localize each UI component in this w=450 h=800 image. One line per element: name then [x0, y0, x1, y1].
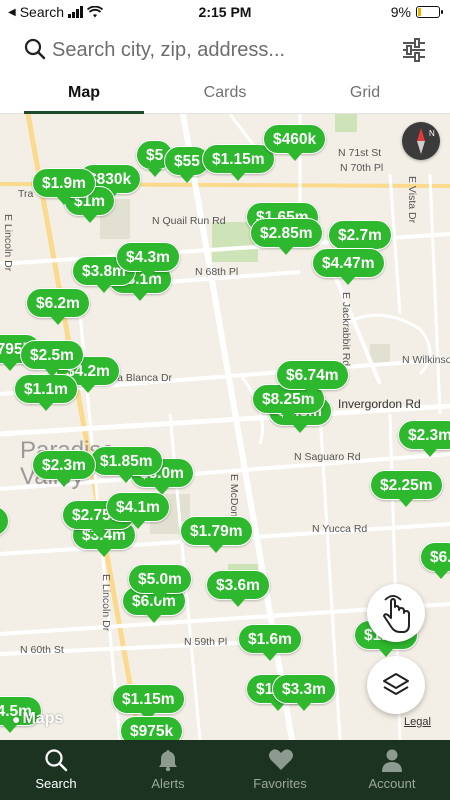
price-pin[interactable]: $1.85m — [90, 446, 163, 483]
price-pin[interactable]: $1.9m — [32, 168, 96, 205]
status-bar: ◀ Search 2:15 PM 9% — [0, 0, 450, 26]
road-label: E Lincoln Dr — [100, 574, 112, 632]
price-pin[interactable]: $2.3m — [32, 450, 96, 487]
nav-search[interactable]: Search — [0, 740, 112, 800]
tab-map[interactable]: Map — [24, 76, 144, 114]
road-label: N Yucca Rd — [312, 523, 368, 535]
price-pin[interactable]: $2.3m — [398, 420, 450, 457]
price-pin[interactable]: $1.15m — [112, 684, 185, 721]
road-label: Invergordon Rd — [338, 397, 421, 411]
apple-maps-attribution: ● Maps — [12, 710, 63, 728]
pointing-hand-icon — [383, 595, 410, 633]
battery-percent: 9% — [390, 4, 411, 20]
battery-status: 9% — [390, 4, 443, 20]
road-label: N Quail Run Rd — [152, 215, 226, 227]
search-icon — [45, 749, 68, 772]
nav-account[interactable]: Account — [336, 740, 448, 800]
price-pin[interactable]: $1.1m — [14, 374, 78, 411]
map-layers-button[interactable] — [367, 656, 425, 714]
bell-icon — [159, 750, 177, 772]
nav-favorites[interactable]: Favorites — [224, 740, 336, 800]
road-label: E Jackrabbit Rd — [340, 292, 352, 367]
price-pin[interactable]: $4.3m — [116, 242, 180, 279]
search-icon — [24, 38, 46, 60]
view-tabs: Map Cards Grid — [0, 76, 450, 114]
price-pin[interactable]: $1.15m — [202, 144, 275, 181]
nav-label: Favorites — [253, 776, 307, 791]
heart-icon — [269, 749, 293, 770]
search-bar — [0, 26, 450, 76]
battery-icon — [416, 6, 443, 18]
road-label: E Lincoln Dr — [2, 214, 14, 272]
price-pin[interactable]: $2.5m — [20, 340, 84, 377]
price-pin[interactable]: $1.79m — [180, 516, 253, 553]
person-icon — [382, 749, 402, 772]
bottom-nav: Search Alerts Favorites Account — [0, 740, 450, 800]
status-time: 2:15 PM — [198, 4, 252, 20]
price-pin[interactable]: $2.25m — [370, 470, 443, 507]
road-label: N 59th Pl — [184, 636, 228, 648]
price-pin[interactable]: $6. — [420, 542, 450, 579]
price-pin[interactable]: $975k — [120, 716, 184, 740]
price-pin[interactable]: $4.47m — [312, 248, 385, 285]
filter-sliders-icon[interactable] — [400, 36, 428, 64]
maps-attribution-text: Maps — [22, 710, 64, 727]
svg-text:N: N — [429, 129, 435, 138]
price-pin[interactable]: $4.1m — [106, 492, 170, 529]
road-label: E Vista Dr — [406, 176, 418, 224]
road-label: N 71st St — [338, 147, 382, 159]
price-pin[interactable]: $3.6m — [206, 570, 270, 607]
nav-label: Account — [368, 776, 416, 791]
price-pin[interactable]: $2.7m — [328, 220, 392, 257]
legal-link[interactable]: Legal — [404, 716, 431, 728]
price-pin[interactable]: $1.6m — [238, 624, 302, 661]
price-pin[interactable]: $6.74m — [276, 360, 349, 397]
tab-grid[interactable]: Grid — [305, 76, 425, 114]
road-label: Tra — [18, 188, 34, 200]
compass-icon[interactable]: N — [402, 122, 440, 160]
tab-cards[interactable]: Cards — [165, 76, 285, 114]
layers-icon — [383, 673, 409, 695]
road-label: N 68th Pl — [195, 266, 239, 278]
price-pin[interactable]: $6.2m — [26, 288, 90, 325]
price-pin[interactable]: $2.85m — [250, 218, 323, 255]
nav-label: Alerts — [151, 776, 185, 791]
price-pin[interactable]: $3.3m — [272, 674, 336, 711]
road-label: N 60th St — [20, 644, 64, 656]
road-label: N Wilkinson — [402, 354, 450, 366]
apple-logo-icon: ● — [12, 711, 21, 727]
road-label: N 70th Pl — [340, 162, 384, 174]
road-label: N Saguaro Rd — [294, 451, 361, 463]
nav-alerts[interactable]: Alerts — [112, 740, 224, 800]
draw-area-button[interactable] — [367, 584, 425, 642]
map-view[interactable]: N 71st St N 70th Pl E Vista Dr N Quail R… — [0, 114, 450, 740]
nav-label: Search — [35, 776, 77, 791]
price-pin[interactable]: $460k — [263, 124, 327, 161]
search-input[interactable] — [52, 36, 372, 64]
price-pin[interactable]: $5.0m — [128, 564, 192, 601]
